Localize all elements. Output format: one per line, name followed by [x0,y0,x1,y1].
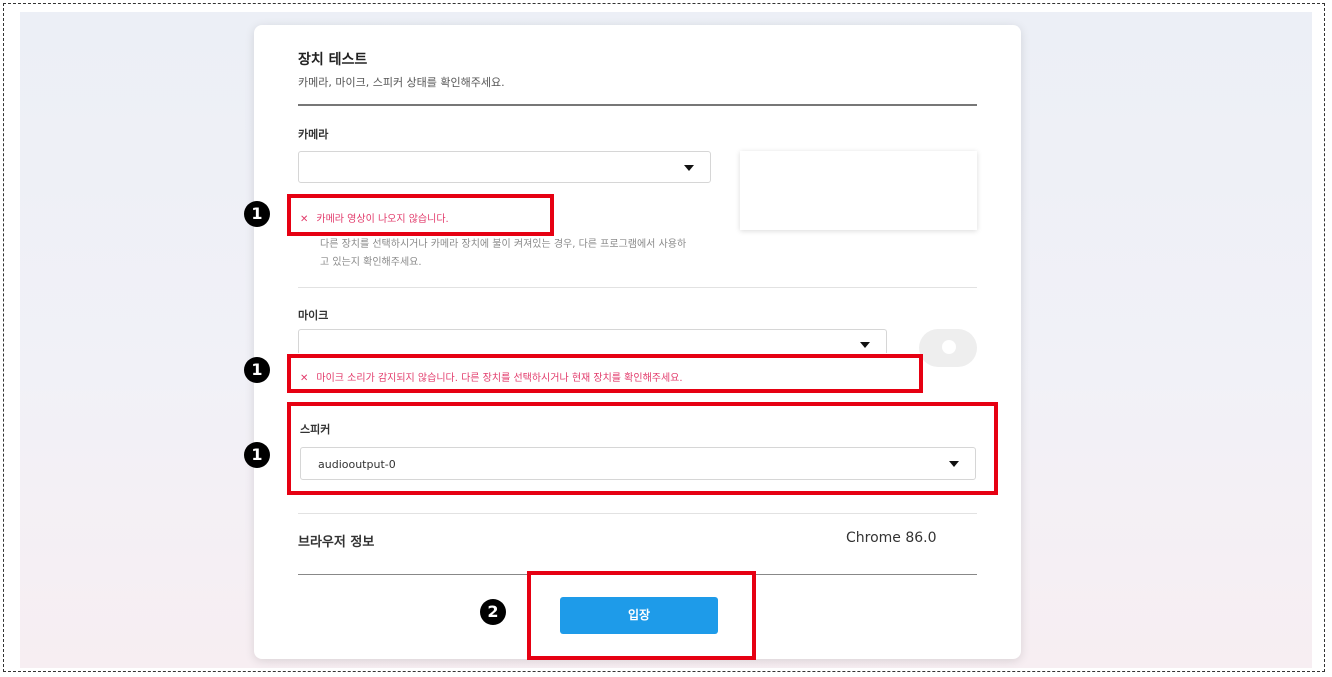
camera-help-line-2: 고 있는지 확인해주세요. [320,257,422,268]
browser-info-label: 브라우저 정보 [298,535,375,550]
caret-down-icon [684,165,694,171]
badge-1: 1 [244,442,270,468]
badge-1: 1 [244,357,270,383]
page-title: 장치 테스트 [298,52,368,68]
caret-down-icon [949,461,959,467]
camera-help-line-1: 다른 장치를 선택하시거나 카메라 장치에 불이 켜져있는 경우, 다른 프로그… [320,239,687,250]
mic-error-text: 마이크 소리가 감지되지 않습니다. 다른 장치를 선택하시거나 현재 장치를 … [316,373,683,384]
badge-1: 1 [244,201,270,227]
mic-label: 마이크 [298,309,329,322]
speaker-divider [298,513,977,514]
enter-button[interactable]: 입장 [560,597,718,634]
browser-info-value: Chrome 86.0 [846,530,937,546]
camera-error-message: ✕ 카메라 영상이 나오지 않습니다. [300,210,449,225]
camera-select[interactable] [298,151,711,183]
mic-select[interactable] [298,329,887,353]
speaker-select-value: audiooutput-0 [318,458,396,471]
speaker-select[interactable]: audiooutput-0 [300,447,976,480]
mic-error-message: ✕ 마이크 소리가 감지되지 않습니다. 다른 장치를 선택하시거나 현재 장치를… [300,369,683,384]
x-icon: ✕ [300,214,309,225]
header-divider [298,104,977,106]
camera-preview [740,151,977,230]
badge-2: 2 [480,599,506,625]
page-subtitle: 카메라, 마이크, 스피커 상태를 확인해주세요. [298,76,505,89]
camera-error-text: 카메라 영상이 나오지 않습니다. [316,214,449,225]
x-icon: ✕ [300,373,309,384]
speaker-label: 스피커 [300,423,331,436]
camera-divider [298,287,977,288]
camera-label: 카메라 [298,128,329,141]
caret-down-icon [860,342,870,348]
mic-level-icon [919,329,977,367]
